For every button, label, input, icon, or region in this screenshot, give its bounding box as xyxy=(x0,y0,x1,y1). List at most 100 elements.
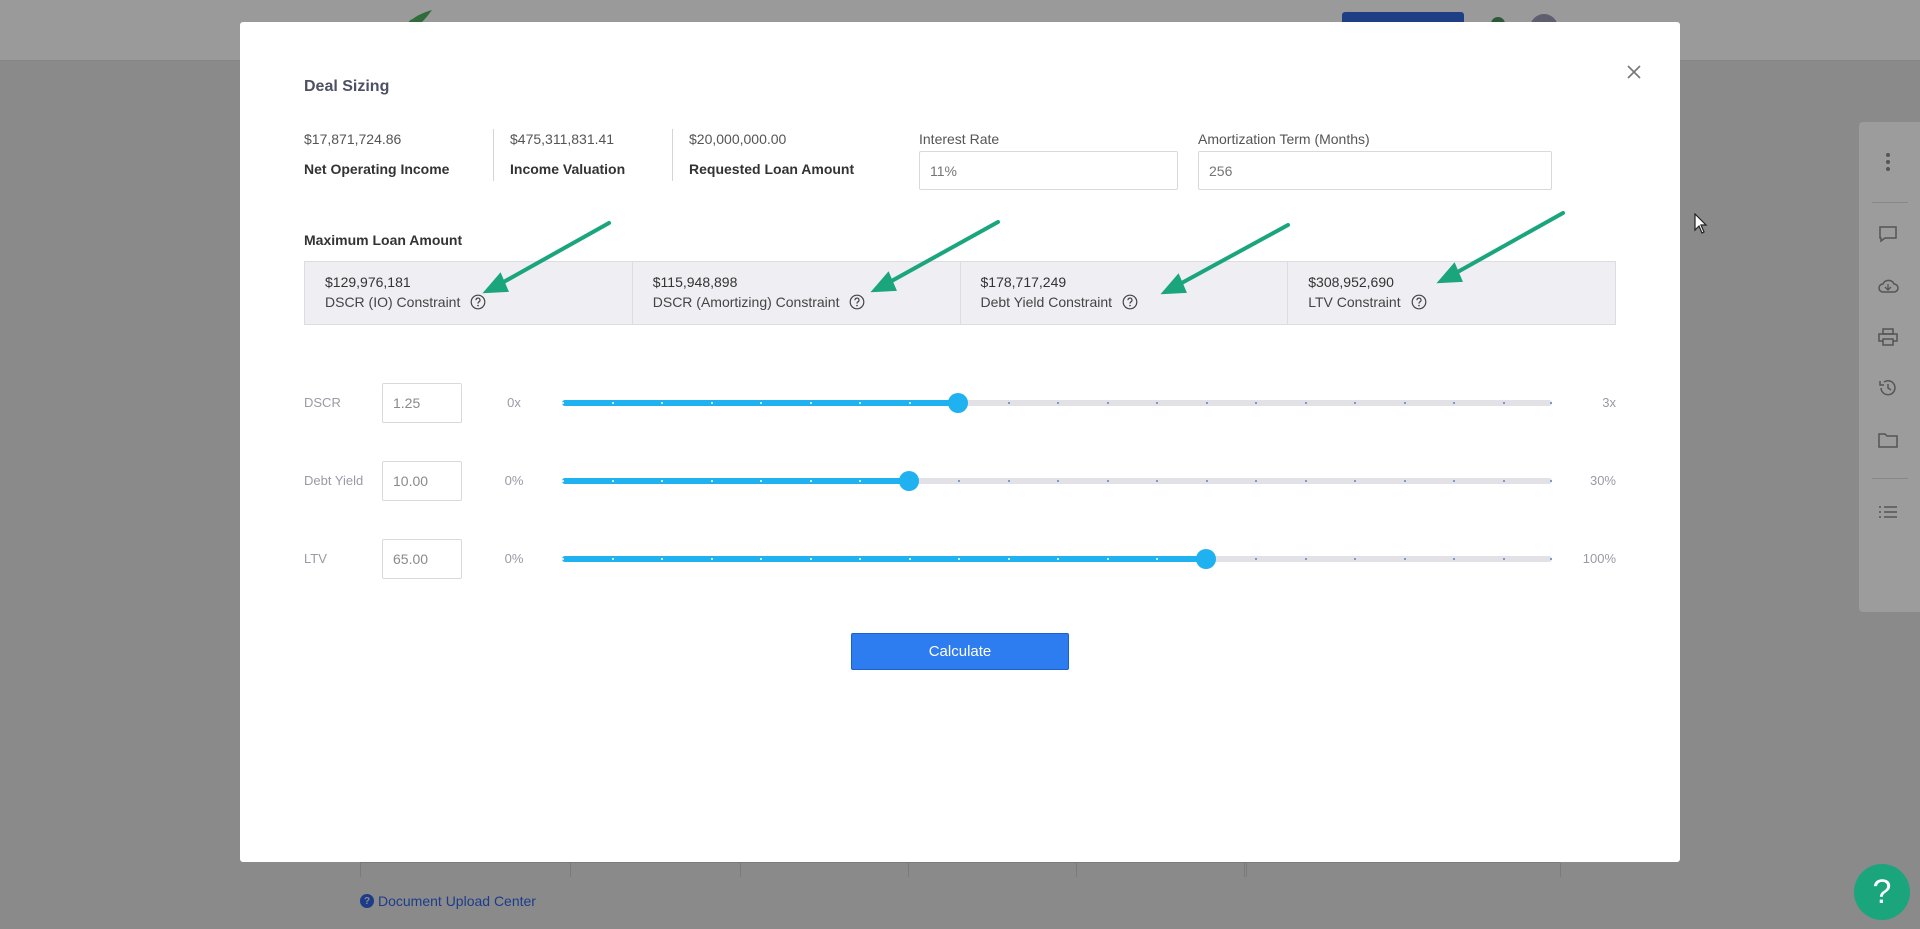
slider-tick xyxy=(661,480,663,482)
slider-tick xyxy=(711,402,713,404)
calculate-button[interactable]: Calculate xyxy=(851,633,1069,670)
list-icon[interactable] xyxy=(1876,500,1900,524)
cloud-icon[interactable] xyxy=(1876,274,1900,298)
slider-max-label: 30% xyxy=(1589,473,1616,488)
slider-tick xyxy=(562,480,564,482)
slider-tick xyxy=(612,558,614,560)
more-vertical-icon[interactable] xyxy=(1876,150,1900,174)
help-button[interactable]: ? xyxy=(1854,864,1910,920)
amortization-term-label: Amortization Term (Months) xyxy=(1198,131,1370,147)
slider-thumb[interactable] xyxy=(899,471,919,491)
interest-rate-input[interactable] xyxy=(919,151,1178,190)
debt-yield-constraint-card: $178,717,249 Debt Yield Constraint xyxy=(961,262,1289,324)
amortization-term-input[interactable] xyxy=(1198,151,1552,190)
mouse-cursor-icon xyxy=(1694,213,1708,234)
constraint-label: DSCR (Amortizing) Constraint xyxy=(652,294,840,310)
slider-tick xyxy=(909,402,911,404)
stat-value: $17,871,724.86 xyxy=(304,131,402,147)
debt-yield-input[interactable] xyxy=(382,461,462,501)
slider-tick xyxy=(562,558,564,560)
print-icon[interactable] xyxy=(1876,325,1900,349)
document-upload-center-link[interactable]: ? Document Upload Center xyxy=(360,893,536,909)
slider-tick xyxy=(958,480,960,482)
slider-fill xyxy=(562,556,1206,562)
slider-tick xyxy=(1305,402,1307,404)
comment-icon[interactable] xyxy=(1876,222,1900,246)
slider-tick xyxy=(1550,558,1552,560)
constraint-value: $178,717,249 xyxy=(980,274,1067,290)
slider-tick xyxy=(1503,402,1505,404)
stat-label: Income Valuation xyxy=(510,161,626,177)
slider-tick xyxy=(1107,402,1109,404)
slider-tick xyxy=(760,480,762,482)
dscr-amortizing-constraint-card: $115,948,898 DSCR (Amortizing) Constrain… xyxy=(633,262,961,324)
document-upload-center-label[interactable]: Document Upload Center xyxy=(378,893,536,909)
question-icon[interactable] xyxy=(470,294,486,310)
slider-tick xyxy=(1156,480,1158,482)
slider-tick xyxy=(1354,480,1356,482)
slider-tick xyxy=(760,402,762,404)
constraint-value: $129,976,181 xyxy=(325,274,411,290)
ltv-input[interactable] xyxy=(382,539,462,579)
slider-tick xyxy=(612,480,614,482)
slider-tick xyxy=(1354,558,1356,560)
ltv-constraint-card: $308,952,690 LTV Constraint xyxy=(1288,262,1615,324)
dscr-slider-row: DSCR 0x 3x xyxy=(304,383,1616,423)
slider-thumb[interactable] xyxy=(1196,549,1216,569)
close-button[interactable] xyxy=(1620,58,1648,86)
stat-value: $475,311,831.41 xyxy=(510,131,615,147)
stat-divider xyxy=(493,129,494,181)
slider-tick xyxy=(810,480,812,482)
slider-tick xyxy=(1550,480,1552,482)
slider-tick xyxy=(661,402,663,404)
slider-max-label: 100% xyxy=(1582,551,1616,566)
folder-icon[interactable] xyxy=(1876,428,1900,452)
history-icon[interactable] xyxy=(1876,376,1900,400)
constraint-label: Debt Yield Constraint xyxy=(980,294,1113,310)
slider-min-label: 0% xyxy=(504,551,524,566)
slider-tick xyxy=(1206,480,1208,482)
ltv-slider-track[interactable] xyxy=(562,549,1552,569)
modal-title: Deal Sizing xyxy=(304,78,390,95)
slider-thumb[interactable] xyxy=(948,393,968,413)
debt-yield-slider-track[interactable] xyxy=(562,471,1552,491)
slider-tick xyxy=(1453,558,1455,560)
dscr-slider-track[interactable] xyxy=(562,393,1552,413)
slider-tick xyxy=(1503,558,1505,560)
slider-tick xyxy=(1255,558,1257,560)
slider-tick xyxy=(760,558,762,560)
question-icon[interactable] xyxy=(1411,294,1427,310)
deal-sizing-modal xyxy=(240,22,1680,862)
toolbar-divider xyxy=(1872,478,1908,479)
slider-label: DSCR xyxy=(304,395,341,410)
slider-tick xyxy=(1107,480,1109,482)
slider-tick xyxy=(1305,558,1307,560)
constraint-label: LTV Constraint xyxy=(1308,294,1401,310)
slider-tick xyxy=(1057,480,1059,482)
slider-tick xyxy=(810,402,812,404)
slider-tick xyxy=(1354,402,1356,404)
toolbar-divider xyxy=(1872,202,1908,203)
slider-tick xyxy=(661,558,663,560)
slider-tick xyxy=(1156,558,1158,560)
slider-tick xyxy=(1008,402,1010,404)
slider-tick xyxy=(1404,558,1406,560)
question-icon[interactable] xyxy=(849,294,865,310)
interest-rate-label: Interest Rate xyxy=(919,131,1000,147)
close-icon xyxy=(1627,65,1641,79)
slider-tick xyxy=(1503,480,1505,482)
requested-loan-amount: $20,000,000.00 Requested Loan Amount xyxy=(689,131,854,177)
slider-max-label: 3x xyxy=(1602,395,1616,410)
help-circle-icon: ? xyxy=(360,894,374,908)
slider-tick xyxy=(1107,558,1109,560)
stat-label: Requested Loan Amount xyxy=(689,161,855,177)
constraint-value: $115,948,898 xyxy=(652,274,738,290)
slider-tick xyxy=(1404,402,1406,404)
slider-tick xyxy=(1008,480,1010,482)
dscr-input[interactable] xyxy=(382,383,462,423)
question-icon[interactable] xyxy=(1122,294,1138,310)
slider-tick xyxy=(1453,402,1455,404)
slider-min-label: 0% xyxy=(504,473,524,488)
slider-tick xyxy=(1206,402,1208,404)
slider-tick xyxy=(859,402,861,404)
